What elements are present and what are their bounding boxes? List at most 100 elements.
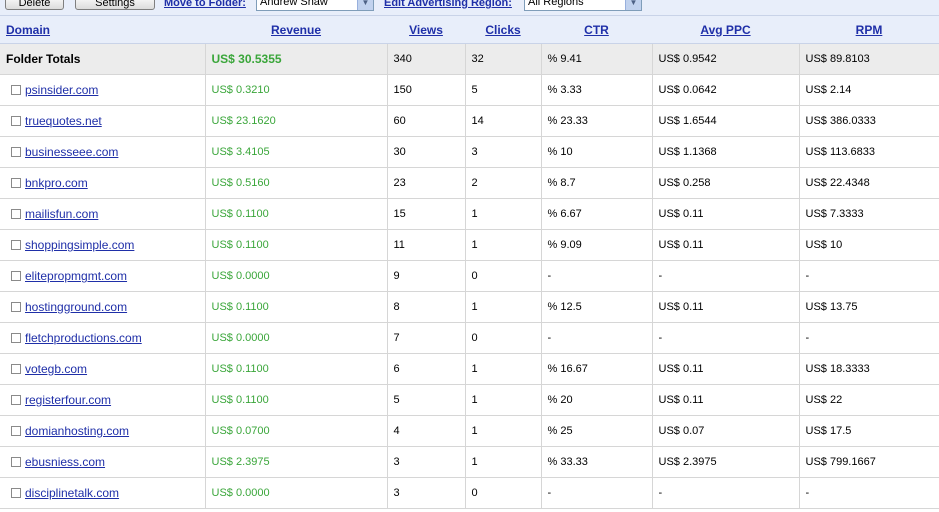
domain-link[interactable]: truequotes.net [25, 114, 102, 128]
table-row: businesseee.com US$ 3.4105 30 3% 10 US$ 1.13… [0, 136, 939, 168]
sort-rpm-link[interactable]: RPM [856, 23, 883, 37]
domain-link[interactable]: mailisfun.com [25, 207, 98, 221]
clicks-cell: 14 [464, 105, 541, 137]
domain-link[interactable]: businesseee.com [25, 145, 118, 159]
region-select[interactable]: All Regions ▼ [524, 0, 642, 11]
revenue-cell: US$ 0.0000 [204, 322, 387, 354]
avg-ppc-cell: US$ 0.11 [651, 384, 799, 416]
domain-link[interactable]: shoppingsimple.com [25, 238, 134, 252]
ctr-cell: % 9.09 [540, 229, 652, 261]
avg-ppc-cell: US$ 0.258 [651, 167, 799, 199]
sort-avg-ppc-link[interactable]: Avg PPC [700, 23, 750, 37]
row-checkbox[interactable] [11, 209, 21, 219]
region-select-value: All Regions [528, 0, 584, 8]
header-views: Views [387, 16, 465, 44]
settings-button[interactable]: Settings [75, 0, 155, 10]
domain-link[interactable]: registerfour.com [25, 393, 111, 407]
row-checkbox[interactable] [11, 147, 21, 157]
revenue-cell: US$ 0.3210 [204, 74, 387, 106]
folder-select[interactable]: Andrew Shaw ▼ [256, 0, 374, 11]
table-row: hostingground.com US$ 0.1100 8 1% 12.5 US$ 0… [0, 291, 939, 323]
table-row: fletchproductions.com US$ 0.0000 7 0- - - [0, 322, 939, 354]
rpm-cell: - [798, 322, 939, 354]
views-cell: 8 [386, 291, 465, 323]
domain-cell: truequotes.net [0, 105, 205, 137]
domain-link[interactable]: disciplinetalk.com [25, 486, 119, 500]
table-row: bnkpro.com US$ 0.5160 23 2% 8.7 US$ 0.258 US$… [0, 167, 939, 199]
revenue-cell: US$ 0.1100 [204, 229, 387, 261]
rpm-cell: US$ 17.5 [798, 415, 939, 447]
totals-views: 340 [386, 43, 465, 75]
views-cell: 30 [386, 136, 465, 168]
row-checkbox[interactable] [11, 426, 21, 436]
clicks-cell: 0 [464, 322, 541, 354]
ctr-cell: - [540, 477, 652, 509]
toolbar: Delete Settings Move to Folder: Andrew S… [0, 0, 939, 16]
ctr-cell: % 8.7 [540, 167, 652, 199]
row-checkbox[interactable] [11, 240, 21, 250]
move-to-folder-link[interactable]: Move to Folder: [164, 0, 246, 9]
revenue-cell: US$ 0.1100 [204, 291, 387, 323]
ctr-cell: % 20 [540, 384, 652, 416]
row-checkbox[interactable] [11, 395, 21, 405]
domain-link[interactable]: votegb.com [25, 362, 87, 376]
rpm-cell: US$ 22.4348 [798, 167, 939, 199]
totals-avg-ppc: US$ 0.9542 [651, 43, 799, 75]
domains-table: Domain Revenue Views Clicks CTR Avg PPC … [0, 16, 939, 509]
domain-cell: mailisfun.com [0, 198, 205, 230]
domain-link[interactable]: domianhosting.com [25, 424, 129, 438]
row-checkbox[interactable] [11, 302, 21, 312]
row-checkbox[interactable] [11, 333, 21, 343]
avg-ppc-cell: US$ 2.3975 [651, 446, 799, 478]
clicks-cell: 1 [464, 415, 541, 447]
row-checkbox[interactable] [11, 85, 21, 95]
table-row: votegb.com US$ 0.1100 6 1% 16.67 US$ 0.11 US$… [0, 353, 939, 385]
avg-ppc-cell: US$ 0.0642 [651, 74, 799, 106]
revenue-cell: US$ 0.1100 [204, 198, 387, 230]
sort-domain-link[interactable]: Domain [6, 23, 50, 37]
domain-cell: hostingground.com [0, 291, 205, 323]
table-row: disciplinetalk.com US$ 0.0000 3 0- - - [0, 477, 939, 509]
sort-ctr-link[interactable]: CTR [584, 23, 609, 37]
rpm-cell: - [798, 477, 939, 509]
views-cell: 7 [386, 322, 465, 354]
domain-link[interactable]: hostingground.com [25, 300, 127, 314]
avg-ppc-cell: US$ 1.6544 [651, 105, 799, 137]
clicks-cell: 1 [464, 229, 541, 261]
table-row: ebusniess.com US$ 2.3975 3 1% 33.33 US$ 2.39… [0, 446, 939, 478]
views-cell: 3 [386, 477, 465, 509]
sort-revenue-link[interactable]: Revenue [271, 23, 321, 37]
edit-advertising-region-link[interactable]: Edit Advertising Region: [384, 0, 512, 9]
revenue-cell: US$ 0.5160 [204, 167, 387, 199]
rpm-cell: US$ 2.14 [798, 74, 939, 106]
ctr-cell: - [540, 260, 652, 292]
domain-link[interactable]: ebusniess.com [25, 455, 105, 469]
domain-cell: shoppingsimple.com [0, 229, 205, 261]
delete-button[interactable]: Delete [5, 0, 64, 10]
views-cell: 9 [386, 260, 465, 292]
sort-views-link[interactable]: Views [409, 23, 443, 37]
row-checkbox[interactable] [11, 271, 21, 281]
views-cell: 11 [386, 229, 465, 261]
ctr-cell: % 12.5 [540, 291, 652, 323]
rpm-cell: US$ 799.1667 [798, 446, 939, 478]
folder-totals-row: Folder Totals US$ 30.5355 340 32 % 9.41 … [0, 43, 939, 75]
revenue-cell: US$ 0.0000 [204, 477, 387, 509]
sort-clicks-link[interactable]: Clicks [485, 23, 520, 37]
row-checkbox[interactable] [11, 178, 21, 188]
clicks-cell: 0 [464, 260, 541, 292]
domain-link[interactable]: elitepropmgmt.com [25, 269, 127, 283]
domain-link[interactable]: psinsider.com [25, 83, 98, 97]
row-checkbox[interactable] [11, 364, 21, 374]
table-row: mailisfun.com US$ 0.1100 15 1% 6.67 US$ 0.11… [0, 198, 939, 230]
row-checkbox[interactable] [11, 116, 21, 126]
clicks-cell: 1 [464, 353, 541, 385]
domain-link[interactable]: fletchproductions.com [25, 331, 142, 345]
header-clicks: Clicks [465, 16, 541, 44]
row-checkbox[interactable] [11, 457, 21, 467]
clicks-cell: 3 [464, 136, 541, 168]
row-checkbox[interactable] [11, 488, 21, 498]
table-row: psinsider.com US$ 0.3210 150 5% 3.33 US$ 0.0… [0, 74, 939, 106]
domain-link[interactable]: bnkpro.com [25, 176, 88, 190]
domain-cell: bnkpro.com [0, 167, 205, 199]
